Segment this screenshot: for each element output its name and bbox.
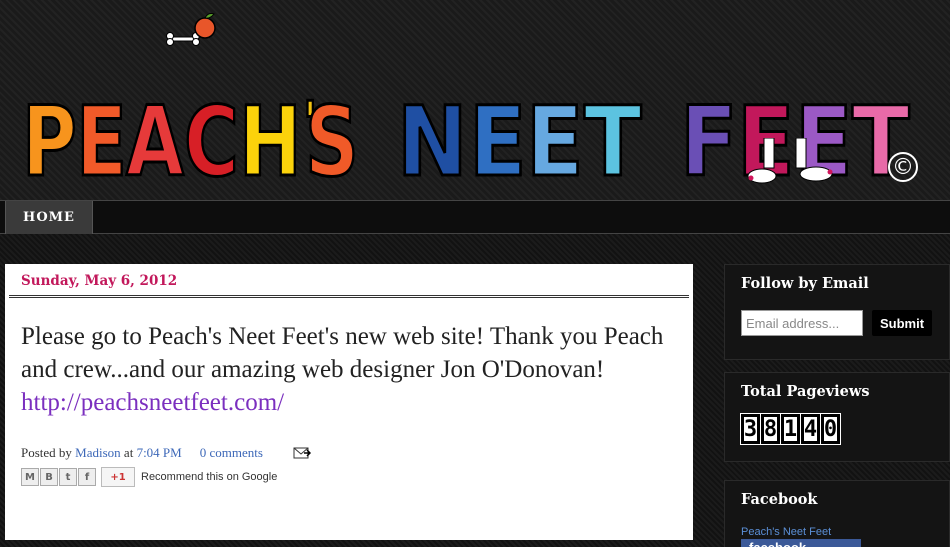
facebook-share-button[interactable]: f	[78, 468, 96, 486]
logo-letter: T	[583, 86, 643, 198]
pageviews-title: Total Pageviews	[741, 383, 870, 400]
pageviews-widget: Total Pageviews 3 8 1 4 0	[724, 372, 950, 462]
follow-by-email-widget: Follow by Email Email address... Submit	[724, 264, 950, 360]
counter-digit: 3	[740, 413, 761, 445]
counter-digit: 4	[800, 413, 821, 445]
logo-letter: A	[125, 86, 185, 198]
submit-button[interactable]: Submit	[872, 310, 932, 336]
facebook-badge[interactable]: facebook	[741, 539, 861, 547]
counter-digit: 1	[780, 413, 801, 445]
blog-header: PEACH'S NEET FEET ©	[0, 0, 950, 200]
email-share-button[interactable]: M	[21, 468, 39, 486]
post-body: Please go to Peach's Neet Feet's new web…	[21, 320, 677, 419]
logo-letter: F	[678, 86, 738, 198]
logo-letter: N	[395, 86, 468, 198]
logo-letter: P	[21, 86, 78, 198]
counter-digit: 8	[760, 413, 781, 445]
share-buttons: M B t f +1 Recommend this on Google	[21, 467, 677, 487]
logo-letter: C	[183, 86, 240, 198]
at-label: at	[123, 445, 134, 460]
peach-icon	[194, 13, 216, 39]
post-footer: Posted by Madison at 7:04 PM 0 comments	[21, 445, 677, 461]
post-link[interactable]: http://peachsneetfeet.com/	[21, 389, 284, 416]
author-link[interactable]: Madison	[75, 445, 121, 461]
facebook-title: Facebook	[741, 491, 818, 508]
facebook-widget: Facebook Peach's Neet Feet facebook	[724, 480, 950, 547]
feet-icon	[747, 138, 833, 184]
follow-title: Follow by Email	[741, 275, 869, 292]
email-input[interactable]: Email address...	[741, 310, 863, 336]
logo-letter: H	[238, 86, 303, 198]
comments-link[interactable]: 0 comments	[200, 445, 263, 461]
blogger-share-button[interactable]: B	[40, 468, 58, 486]
blog-post: Sunday, May 6, 2012 Please go to Peach's…	[5, 264, 693, 540]
post-text: Please go to Peach's Neet Feet's new web…	[21, 323, 664, 383]
google-plus-button[interactable]: +1	[101, 467, 135, 487]
recommend-text: Recommend this on Google	[141, 471, 278, 483]
logo-letter: E	[468, 86, 528, 198]
posted-by-label: Posted by	[21, 445, 72, 460]
pageviews-counter: 3 8 1 4 0	[740, 413, 933, 445]
gplus-label: +1	[110, 471, 126, 483]
logo-letter: E	[525, 86, 585, 198]
copyright-icon: ©	[888, 152, 918, 182]
counter-digit: 0	[820, 413, 841, 445]
logo-letter: S	[304, 86, 360, 198]
facebook-page-link[interactable]: Peach's Neet Feet	[741, 526, 933, 538]
post-time-link[interactable]: 7:04 PM	[137, 445, 182, 461]
post-date: Sunday, May 6, 2012	[9, 270, 689, 298]
twitter-share-button[interactable]: t	[59, 468, 77, 486]
nav-bar: HOME	[0, 200, 950, 234]
logo-word-peachs: P E A C H ' S	[21, 86, 361, 198]
tab-home[interactable]: HOME	[5, 201, 93, 234]
email-post-icon[interactable]	[293, 447, 311, 459]
logo-letter: E	[75, 86, 128, 198]
logo-word-neet: NEET	[395, 86, 643, 198]
